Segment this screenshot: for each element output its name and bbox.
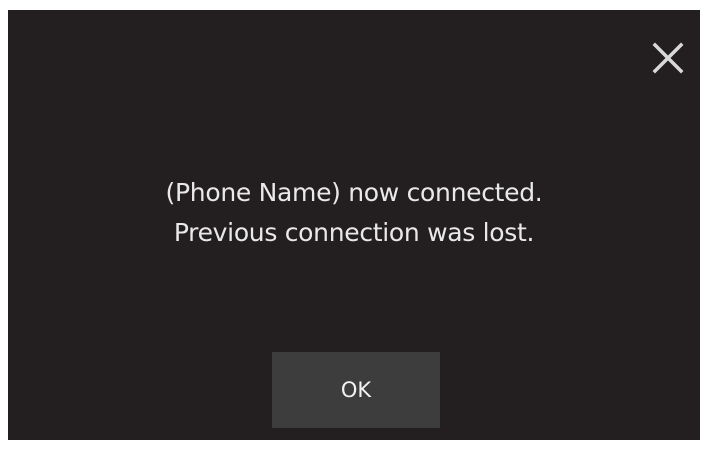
close-icon [652,42,684,74]
dialog-message: (Phone Name) now connected. Previous con… [8,173,700,253]
message-line-connected: (Phone Name) now connected. [165,178,543,207]
ok-button[interactable]: OK [272,352,440,428]
connection-dialog: (Phone Name) now connected. Previous con… [8,10,700,440]
message-line-lost: Previous connection was lost. [173,218,535,247]
close-button[interactable] [650,40,686,76]
